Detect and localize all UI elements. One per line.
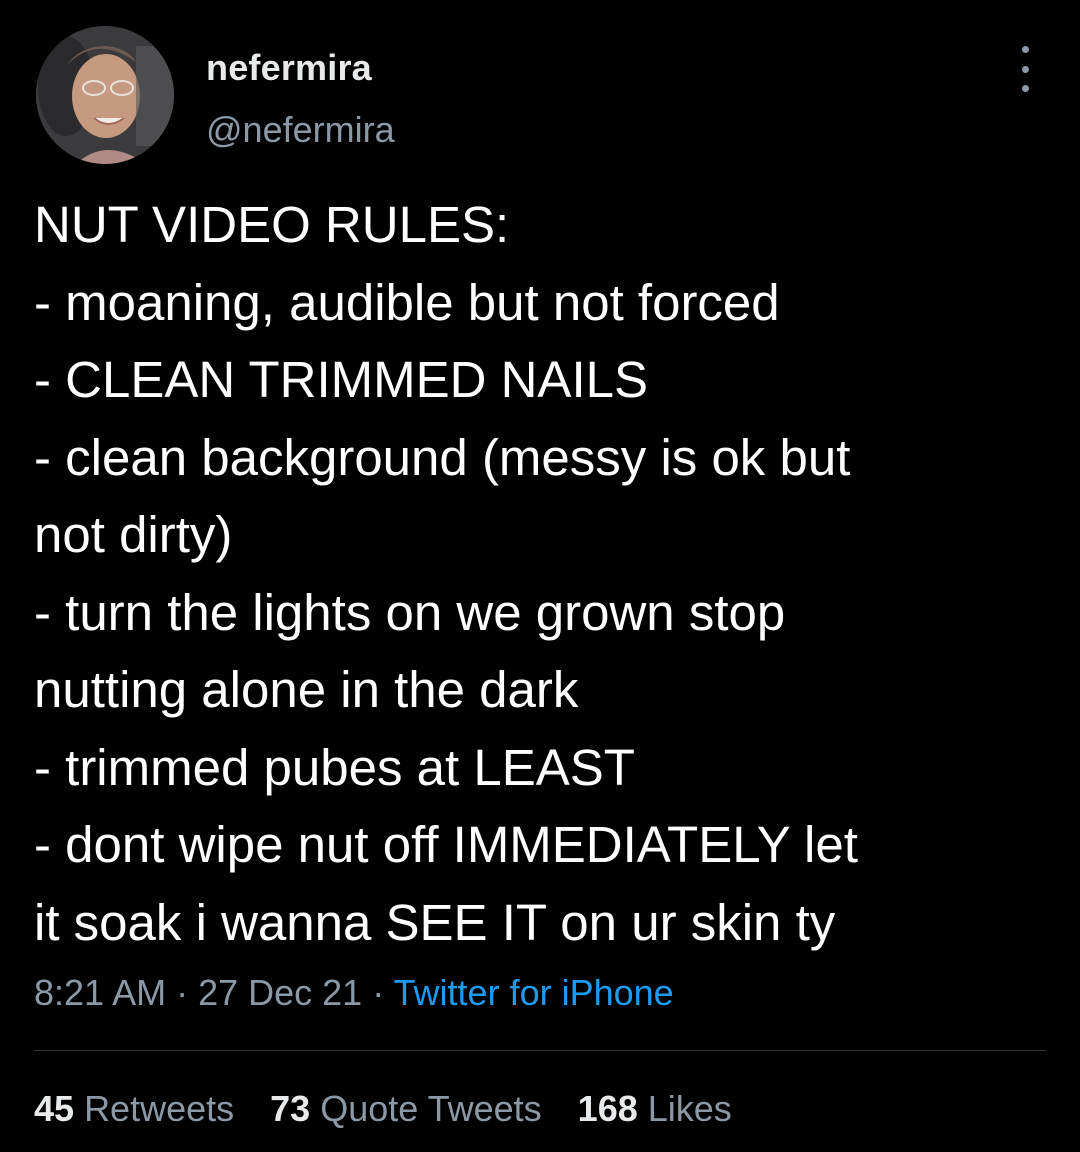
retweets-label: Retweets (84, 1088, 235, 1129)
dot (1021, 46, 1029, 53)
quote-tweets-label: Quote Tweets (320, 1088, 542, 1129)
tweet-text-line: nutting alone in the dark (34, 661, 579, 718)
tweet-text-line: - CLEAN TRIMMED NAILS (34, 351, 648, 408)
tweet-text: NUT VIDEO RULES: - moaning, audible but … (34, 186, 1034, 961)
tweet-meta: 8:21 AM · 27 Dec 21 · Twitter for iPhone (34, 972, 674, 1014)
author-handle[interactable]: @nefermira (206, 110, 395, 150)
quote-tweets-count: 73 (270, 1088, 311, 1129)
tweet-text-line: - moaning, audible but not forced (34, 273, 780, 331)
tweet-text-line: it soak i wanna SEE IT on ur skin ty (34, 893, 836, 951)
likes-stat[interactable]: 168 Likes (578, 1088, 732, 1130)
dot (1021, 65, 1029, 73)
tweet-text-line: - turn the lights on we grown stop (34, 583, 786, 641)
tweet-text-line: NUT VIDEO RULES: (34, 196, 510, 253)
meta-separator: · (166, 972, 199, 1013)
likes-label: Likes (647, 1088, 732, 1129)
tweet-time[interactable]: 8:21 AM (34, 972, 166, 1013)
divider (34, 1050, 1046, 1051)
tweet-text-line: - clean background (messy is ok but (34, 428, 851, 486)
retweets-stat[interactable]: 45 Retweets (34, 1088, 234, 1130)
dot (1021, 85, 1029, 92)
tweet-text-line: - trimmed pubes at LEAST (34, 738, 635, 796)
author-display-name[interactable]: nefermira (206, 48, 372, 88)
meta-separator: · (362, 972, 394, 1013)
likes-count: 168 (577, 1088, 638, 1129)
tweet-text-line: not dirty) (34, 506, 233, 563)
avatar-photo-icon (36, 26, 174, 164)
quote-tweets-stat[interactable]: 73 Quote Tweets (270, 1088, 542, 1130)
tweet-stats: 45 Retweets 73 Quote Tweets 168 Likes (34, 1088, 732, 1130)
tweet-detail: nefermira @nefermira NUT VIDEO RULES: - … (0, 0, 1080, 1152)
retweets-count: 45 (34, 1088, 75, 1129)
tweet-source-link[interactable]: Twitter for iPhone (394, 972, 674, 1013)
tweet-text-line: - dont wipe nut off IMMEDIATELY let (34, 816, 858, 873)
tweet-date[interactable]: 27 Dec 21 (198, 972, 362, 1013)
more-options-icon[interactable] (1010, 46, 1040, 92)
avatar[interactable] (36, 26, 174, 164)
